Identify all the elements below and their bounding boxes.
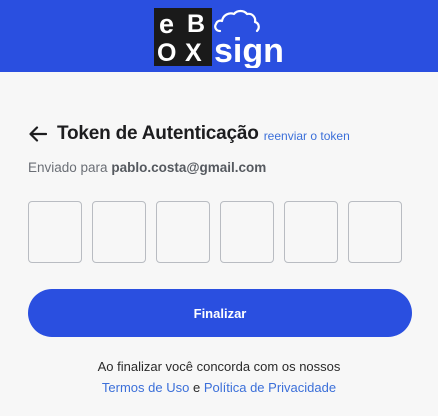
page-title: Token de Autenticação xyxy=(57,123,259,144)
cloud-icon xyxy=(214,9,260,33)
finish-button[interactable]: Finalizar xyxy=(28,289,412,337)
terms-of-use-link[interactable]: Termos de Uso xyxy=(102,380,189,395)
logo-word: sign xyxy=(214,32,284,68)
token-digit-4[interactable] xyxy=(220,201,274,263)
terms-notice: Ao finalizar você concorda com os nossos… xyxy=(0,356,438,398)
arrow-left-icon xyxy=(29,126,47,142)
sent-prefix: Enviado para xyxy=(28,160,108,175)
resend-token-link[interactable]: reenviar o token xyxy=(264,129,350,143)
logo-letter-o: O xyxy=(157,39,176,67)
token-digit-1[interactable] xyxy=(28,201,82,263)
ebox-sign-logo: e B O X sign xyxy=(154,8,284,68)
logo-letter-x: X xyxy=(185,39,202,67)
token-digit-2[interactable] xyxy=(92,201,146,263)
top-header: e B O X sign xyxy=(0,0,438,72)
logo-letter-b: B xyxy=(187,10,205,38)
token-digit-3[interactable] xyxy=(156,201,210,263)
title-row: Token de Autenticação reenviar o token xyxy=(28,122,350,146)
token-digit-5[interactable] xyxy=(284,201,338,263)
back-button[interactable] xyxy=(28,124,48,144)
terms-intro: Ao finalizar você concorda com os nossos xyxy=(97,359,341,374)
auth-panel: Token de Autenticação reenviar o token E… xyxy=(0,72,438,416)
terms-connector: e xyxy=(192,380,201,395)
token-code-inputs xyxy=(28,201,402,263)
logo-letter-e: e xyxy=(159,9,174,39)
token-digit-6[interactable] xyxy=(348,201,402,263)
terms-links: Termos de Uso e Política de Privacidade xyxy=(0,377,438,398)
privacy-policy-link[interactable]: Política de Privacidade xyxy=(204,380,336,395)
recipient-email: pablo.costa@gmail.com xyxy=(111,160,267,175)
sent-to-text: Enviado para pablo.costa@gmail.com xyxy=(28,160,266,175)
